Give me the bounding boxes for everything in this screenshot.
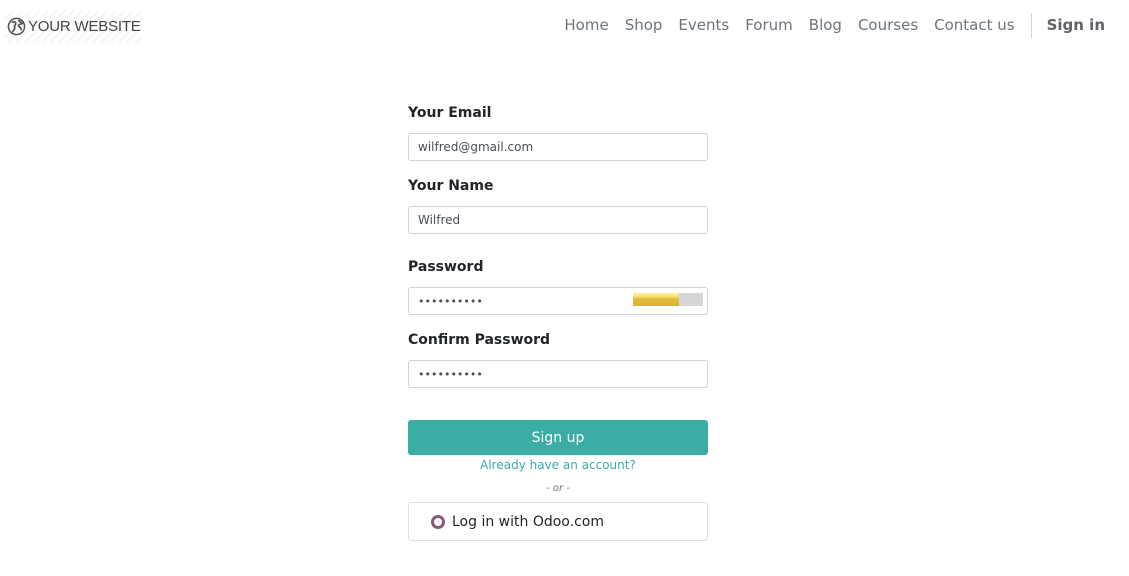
or-separator: - or - (546, 483, 570, 494)
nav-item-home[interactable]: Home (564, 12, 608, 38)
odoo-login-label: Log in with Odoo.com (452, 513, 604, 530)
odoo-icon (431, 514, 445, 529)
nav-item-forum[interactable]: Forum (745, 12, 793, 38)
main-nav: Home Shop Events Forum Blog Courses Cont… (564, 12, 1105, 38)
email-label: Your Email (408, 105, 492, 121)
nav-item-contact[interactable]: Contact us (934, 12, 1014, 38)
nav-divider (1030, 12, 1032, 38)
password-strength-meter (633, 293, 703, 306)
name-field[interactable]: Wilfred (408, 206, 708, 234)
password-value: •••••••••• (418, 295, 483, 308)
email-field[interactable]: wilfred@gmail.com (408, 133, 708, 161)
already-have-account-link[interactable]: Already have an account? (408, 458, 708, 472)
signup-button[interactable]: Sign up (408, 420, 708, 455)
nav-item-courses[interactable]: Courses (858, 12, 918, 38)
nav-item-blog[interactable]: Blog (809, 12, 842, 38)
logo-text: YOUR WEBSITE (28, 17, 141, 35)
globe-icon (7, 17, 26, 35)
sign-in-link[interactable]: Sign in (1047, 12, 1105, 38)
confirm-password-label: Confirm Password (408, 332, 551, 348)
name-label: Your Name (408, 178, 494, 194)
confirm-password-field[interactable]: •••••••••• (408, 360, 708, 388)
password-field[interactable]: •••••••••• (408, 287, 708, 315)
odoo-login-button[interactable]: Log in with Odoo.com (408, 502, 708, 541)
site-header: YOUR WEBSITE Home Shop Events Forum Blog… (0, 0, 1129, 50)
confirm-password-value: •••••••••• (418, 368, 483, 381)
password-label: Password (408, 259, 484, 275)
nav-item-events[interactable]: Events (678, 12, 729, 38)
site-logo[interactable]: YOUR WEBSITE (5, 10, 142, 42)
password-strength-fill (633, 293, 680, 306)
nav-item-shop[interactable]: Shop (625, 12, 663, 38)
